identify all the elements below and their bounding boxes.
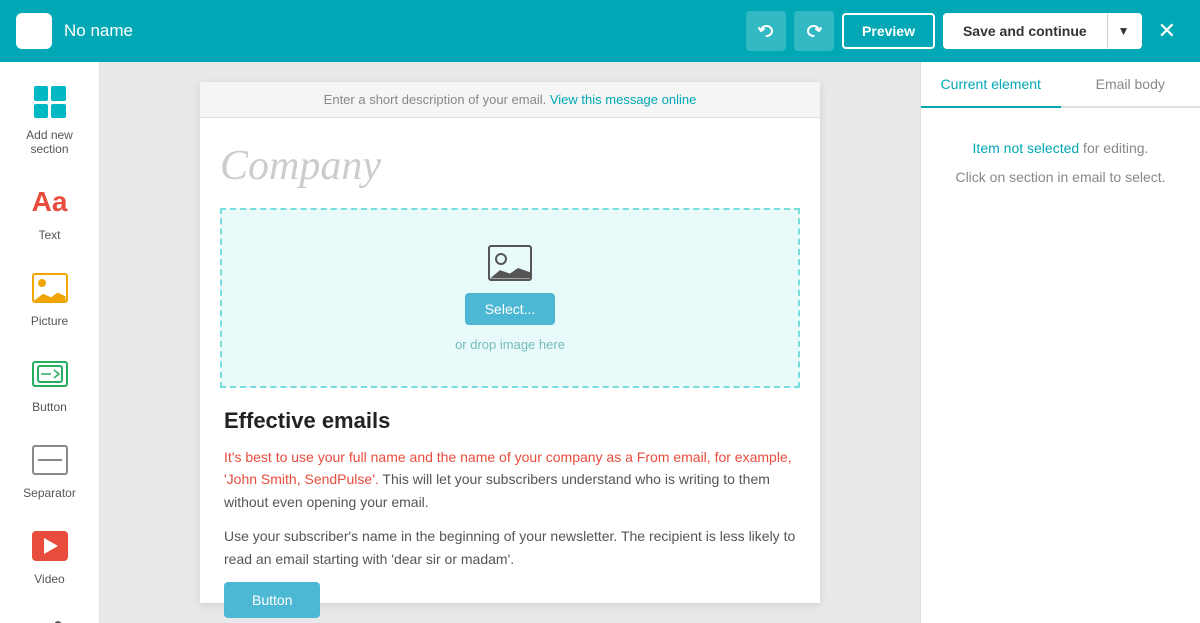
image-placeholder-icon — [488, 245, 532, 281]
sidebar-item-video[interactable]: Video — [6, 514, 94, 596]
sidebar-item-label: Button — [32, 400, 67, 414]
picture-icon — [28, 266, 72, 310]
document-title: No name — [64, 21, 734, 41]
email-text-section: Effective emails It's best to use your f… — [200, 388, 820, 623]
status-highlight: Item not selected — [973, 140, 1080, 156]
email-action-button[interactable]: Button — [224, 582, 320, 618]
sidebar-item-add-new-section[interactable]: Add new section — [6, 70, 94, 166]
text-icon: Aa — [28, 180, 72, 224]
save-continue-dropdown[interactable]: ▼ — [1107, 13, 1142, 49]
video-icon — [28, 524, 72, 568]
redo-button[interactable] — [794, 11, 834, 51]
tab-email-body[interactable]: Email body — [1061, 62, 1200, 106]
drop-image-text: or drop image here — [455, 337, 565, 352]
main-layout: Add new section Aa Text Picture — [0, 62, 1200, 623]
right-panel-body: Item not selected for editing. Click on … — [921, 108, 1200, 218]
section-paragraph-2: Use your subscriber's name in the beginn… — [224, 525, 796, 570]
sidebar-item-label: Add new section — [14, 128, 86, 156]
button-icon — [28, 352, 72, 396]
left-sidebar: Add new section Aa Text Picture — [0, 62, 100, 623]
save-continue-button[interactable]: Save and continue — [943, 13, 1107, 49]
status-suffix: for editing. — [1079, 140, 1148, 156]
preview-button[interactable]: Preview — [842, 13, 935, 49]
topnav-actions: Preview Save and continue ▼ ✕ — [746, 11, 1184, 51]
right-panel: Current element Email body Item not sele… — [920, 62, 1200, 623]
sidebar-item-separator[interactable]: Separator — [6, 428, 94, 510]
sidebar-item-label: Video — [34, 572, 64, 586]
share-icon — [28, 610, 72, 623]
sidebar-item-label: Text — [38, 228, 60, 242]
separator-icon — [28, 438, 72, 482]
right-panel-tabs: Current element Email body — [921, 62, 1200, 108]
close-button[interactable]: ✕ — [1150, 14, 1184, 48]
undo-button[interactable] — [746, 11, 786, 51]
canvas-area: Enter a short description of your email.… — [100, 62, 920, 623]
grid-icon — [28, 80, 72, 124]
save-continue-group: Save and continue ▼ — [943, 13, 1142, 49]
select-image-button[interactable]: Select... — [465, 293, 556, 325]
tab-current-element[interactable]: Current element — [921, 62, 1061, 108]
company-logo-text: Company — [220, 142, 381, 190]
image-drop-zone[interactable]: Select... or drop image here — [220, 208, 800, 388]
paragraph-highlight: It's best to use your full name and the … — [224, 449, 792, 487]
sidebar-item-share[interactable] — [6, 600, 94, 623]
section-heading: Effective emails — [224, 408, 796, 434]
app-logo — [16, 13, 52, 49]
topnav: No name Preview Save and continue ▼ ✕ — [0, 0, 1200, 62]
sidebar-item-picture[interactable]: Picture — [6, 256, 94, 338]
email-header-bar: Enter a short description of your email.… — [200, 82, 820, 118]
sidebar-item-label: Separator — [23, 486, 76, 500]
sidebar-item-label: Picture — [31, 314, 68, 328]
email-canvas: Enter a short description of your email.… — [200, 82, 820, 603]
email-header-text: Enter a short description of your email. — [324, 92, 547, 107]
sidebar-item-button[interactable]: Button — [6, 342, 94, 424]
right-panel-status: Item not selected for editing. — [973, 138, 1149, 159]
right-panel-hint: Click on section in email to select. — [955, 167, 1165, 188]
company-logo-area: Company — [200, 118, 820, 208]
section-paragraph-1: It's best to use your full name and the … — [224, 446, 796, 513]
sidebar-item-text[interactable]: Aa Text — [6, 170, 94, 252]
view-online-link[interactable]: View this message online — [550, 92, 696, 107]
